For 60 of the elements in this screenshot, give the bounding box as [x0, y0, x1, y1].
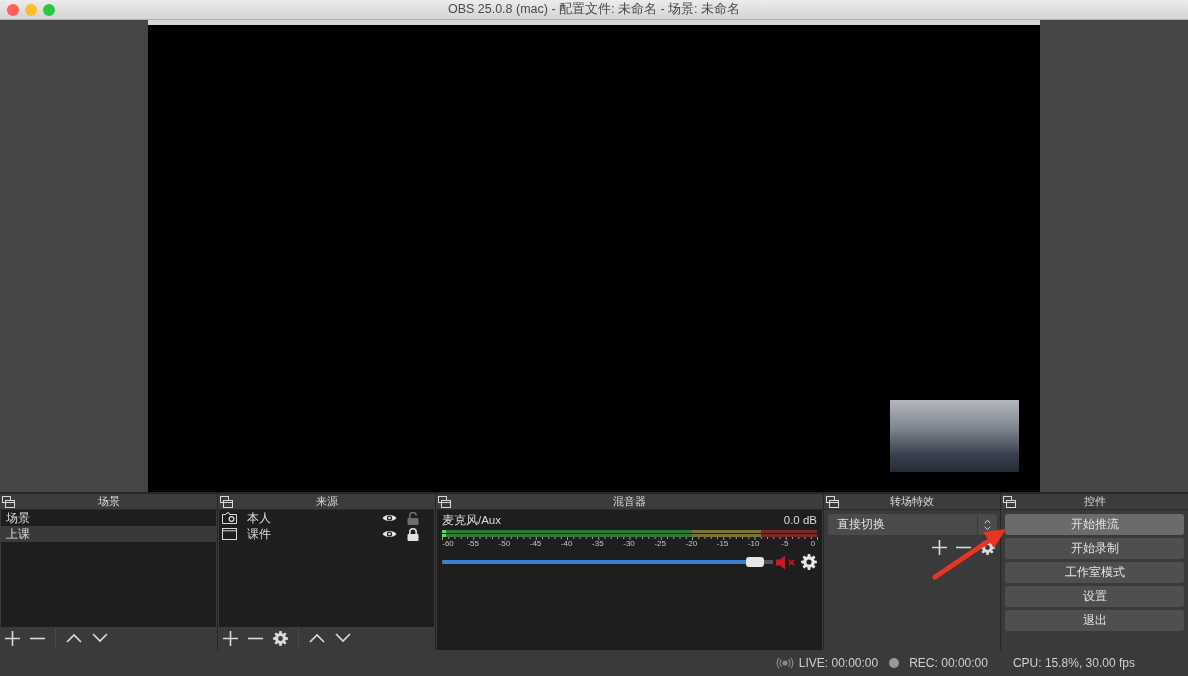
- float-window-icon[interactable]: [220, 495, 233, 508]
- scene-item[interactable]: 上课: [1, 526, 216, 542]
- plus-icon[interactable]: [223, 630, 238, 646]
- chevron-up-icon[interactable]: [66, 633, 82, 643]
- volume-slider[interactable]: [442, 557, 773, 567]
- control-button[interactable]: 开始录制: [1005, 538, 1184, 559]
- chevron-up-icon[interactable]: [309, 633, 325, 643]
- scale-label: -40: [560, 540, 573, 549]
- dock-title: 转场特效: [889, 494, 935, 509]
- source-name[interactable]: 课件: [247, 526, 367, 542]
- scale-label: -50: [498, 540, 511, 549]
- volume-reading: 0.0 dB: [783, 514, 817, 528]
- scale-label: -15: [716, 540, 729, 549]
- dock-title: 来源: [314, 494, 339, 509]
- dock-title: 控件: [1082, 494, 1107, 509]
- scale-label: -25: [654, 540, 666, 549]
- scale-label: -30: [623, 540, 635, 549]
- updown-chevron-icon[interactable]: [984, 518, 991, 531]
- control-button[interactable]: 设置: [1005, 586, 1184, 607]
- float-window-icon[interactable]: [2, 495, 15, 508]
- plus-icon[interactable]: [5, 630, 20, 646]
- float-window-icon[interactable]: [826, 495, 839, 508]
- chevron-down-icon[interactable]: [335, 633, 351, 643]
- control-button[interactable]: 开始推流: [1005, 514, 1184, 535]
- lock-icon[interactable]: [407, 527, 419, 541]
- chevron-down-icon[interactable]: [92, 633, 108, 643]
- scale-label: -35: [592, 540, 604, 549]
- plus-icon[interactable]: [932, 540, 947, 555]
- eye-icon[interactable]: [382, 529, 397, 539]
- scale-label: -60: [442, 540, 454, 549]
- float-window-icon[interactable]: [438, 495, 451, 508]
- dock-title: 混音器: [612, 494, 647, 509]
- scale-label: -55: [467, 540, 479, 549]
- eye-icon[interactable]: [382, 513, 397, 523]
- source-name[interactable]: 本人: [247, 510, 367, 526]
- control-button[interactable]: 退出: [1005, 610, 1184, 631]
- gear-icon[interactable]: [801, 554, 817, 570]
- record-dot-icon: [889, 658, 900, 668]
- scale-label: -5: [781, 540, 789, 549]
- cpu-usage: CPU: 15.8%, 30.00 fps: [1012, 655, 1135, 671]
- window-icon: [222, 528, 237, 540]
- gear-icon[interactable]: [273, 630, 288, 646]
- scale-label: -20: [685, 540, 698, 549]
- dock-title: 场景: [96, 494, 121, 509]
- slider-thumb[interactable]: [745, 557, 764, 567]
- scale-label: -45: [529, 540, 542, 549]
- control-button[interactable]: 工作室模式: [1005, 562, 1184, 583]
- channel-name: 麦克风/Aux: [442, 514, 501, 528]
- scene-item[interactable]: 场景: [1, 510, 216, 526]
- speaker-muted-icon[interactable]: [776, 554, 796, 570]
- broadcast-icon: [775, 657, 794, 669]
- rec-time: REC: 00:00:00: [909, 655, 988, 671]
- unlocked-icon[interactable]: [407, 511, 419, 525]
- float-window-icon[interactable]: [1003, 495, 1016, 508]
- transition-select[interactable]: 直接切换: [828, 514, 997, 535]
- window-title: OBS 25.0.8 (mac) - 配置文件: 未命名 - 场景: 未命名: [446, 2, 742, 17]
- camera-icon: [222, 512, 237, 524]
- scale-label: -10: [747, 540, 760, 549]
- live-time: LIVE: 00:00:00: [798, 655, 879, 671]
- scale-label: 0: [810, 540, 816, 549]
